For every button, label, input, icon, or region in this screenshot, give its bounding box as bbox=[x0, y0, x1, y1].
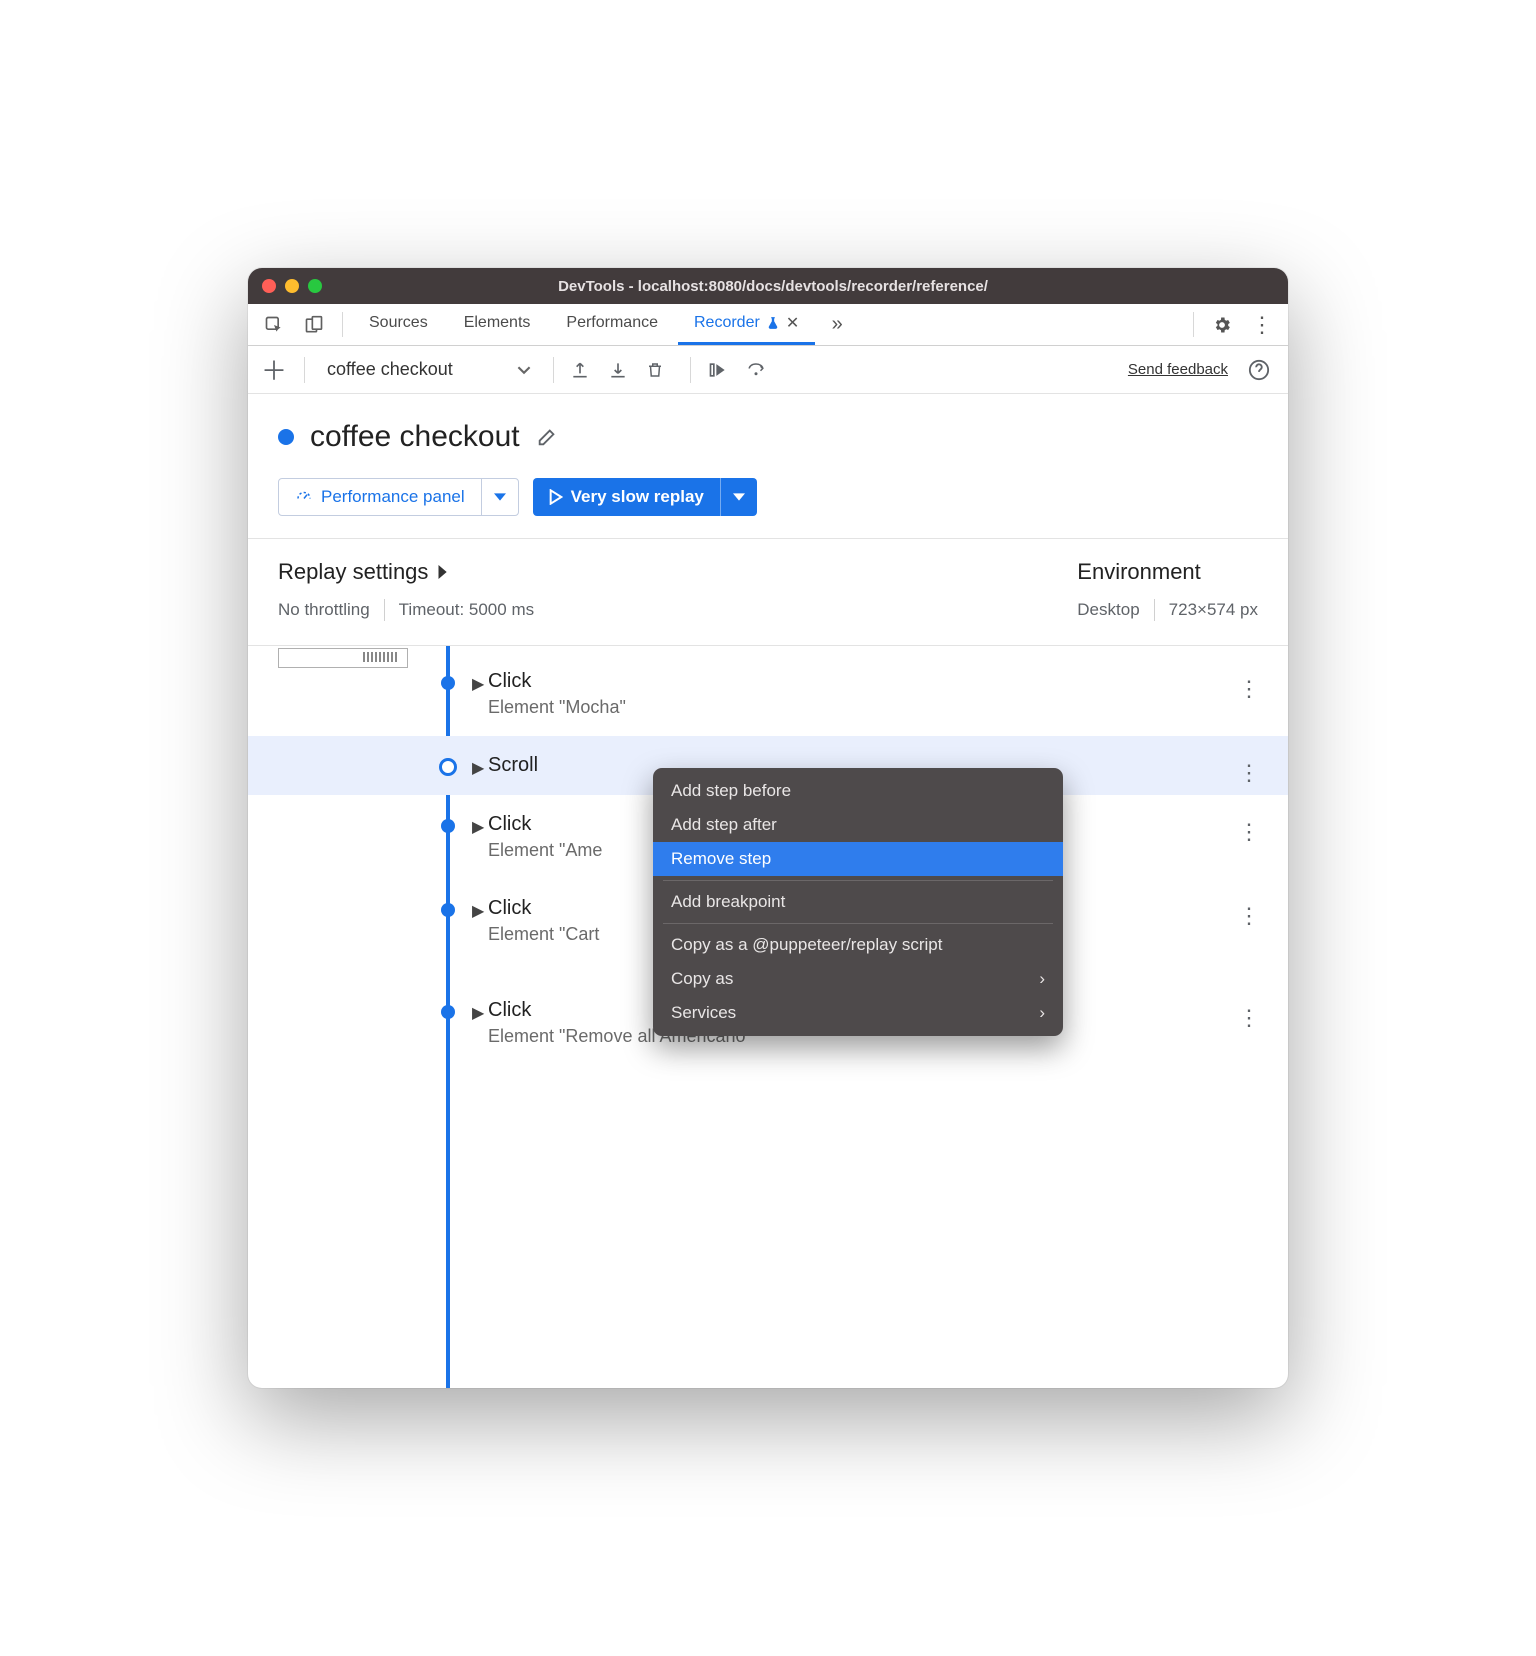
close-tab-icon[interactable]: ✕ bbox=[786, 313, 799, 333]
replay-settings-col: Replay settings No throttling Timeout: 5… bbox=[278, 559, 1077, 621]
replay-button[interactable]: Very slow replay bbox=[533, 478, 757, 516]
chevron-down-icon bbox=[517, 363, 531, 377]
menu-label: Copy as bbox=[671, 969, 733, 989]
step-action: Click bbox=[488, 670, 1258, 693]
step-over-icon[interactable] bbox=[707, 360, 735, 380]
expand-caret-icon[interactable]: ▶ bbox=[472, 1003, 484, 1023]
recording-header: coffee checkout Performance panel Very s… bbox=[248, 394, 1288, 539]
header-label: Environment bbox=[1077, 559, 1201, 585]
titlebar: DevTools - localhost:8080/docs/devtools/… bbox=[248, 268, 1288, 304]
menu-item-add-breakpoint[interactable]: Add breakpoint bbox=[653, 885, 1063, 919]
tab-sources[interactable]: Sources bbox=[353, 304, 444, 345]
button-label: Performance panel bbox=[321, 487, 465, 507]
step-row[interactable]: ▶ Click Element "Mocha" ⋮ bbox=[248, 652, 1288, 736]
environment-col: Environment Desktop 723×574 px bbox=[1077, 559, 1258, 621]
play-icon bbox=[549, 489, 563, 505]
close-window-button[interactable] bbox=[262, 279, 276, 293]
replay-dropdown-caret[interactable] bbox=[720, 478, 757, 516]
tab-recorder[interactable]: Recorder ✕ bbox=[678, 304, 815, 345]
step-menu-icon[interactable]: ⋮ bbox=[1238, 903, 1260, 929]
perf-dropdown-caret[interactable] bbox=[481, 479, 518, 515]
menu-label: Copy as a @puppeteer/replay script bbox=[671, 935, 942, 955]
import-icon[interactable] bbox=[608, 360, 636, 380]
action-buttons: Performance panel Very slow replay bbox=[278, 478, 1258, 516]
minimize-window-button[interactable] bbox=[285, 279, 299, 293]
performance-panel-button[interactable]: Performance panel bbox=[278, 478, 519, 516]
expand-caret-icon[interactable]: ▶ bbox=[472, 901, 484, 921]
help-icon[interactable] bbox=[1248, 359, 1276, 381]
device-value: Desktop bbox=[1077, 600, 1139, 620]
menu-item-add-after[interactable]: Add step after bbox=[653, 808, 1063, 842]
timeline-node-icon bbox=[441, 903, 455, 917]
step-menu-icon[interactable]: ⋮ bbox=[1238, 676, 1260, 702]
edit-title-icon[interactable] bbox=[536, 426, 558, 448]
submenu-caret-icon: › bbox=[1039, 1003, 1045, 1023]
kebab-menu-icon[interactable]: ⋮ bbox=[1244, 304, 1280, 345]
step-detail: Element "Mocha" bbox=[488, 697, 1258, 718]
step-menu-icon[interactable]: ⋮ bbox=[1238, 1005, 1260, 1031]
devtools-window: DevTools - localhost:8080/docs/devtools/… bbox=[248, 268, 1288, 1388]
tab-strip: Sources Elements Performance Recorder ✕ … bbox=[248, 304, 1288, 346]
recording-bullet-icon bbox=[278, 429, 294, 445]
experiment-icon bbox=[766, 315, 780, 331]
inspect-element-icon[interactable] bbox=[256, 304, 292, 345]
tab-elements[interactable]: Elements bbox=[448, 304, 547, 345]
dimensions-value: 723×574 px bbox=[1169, 600, 1258, 620]
recording-title: coffee checkout bbox=[310, 420, 520, 454]
expand-caret-icon[interactable]: ▶ bbox=[472, 674, 484, 694]
timeline-node-icon bbox=[441, 676, 455, 690]
recording-title-row: coffee checkout bbox=[278, 420, 1258, 454]
throttling-value: No throttling bbox=[278, 600, 370, 620]
maximize-window-button[interactable] bbox=[308, 279, 322, 293]
step-menu-icon[interactable]: ⋮ bbox=[1238, 760, 1260, 786]
export-icon[interactable] bbox=[570, 360, 598, 380]
gauge-icon bbox=[295, 488, 313, 506]
header-label: Replay settings bbox=[278, 559, 428, 585]
tab-performance[interactable]: Performance bbox=[550, 304, 674, 345]
expand-caret-icon[interactable]: ▶ bbox=[472, 817, 484, 837]
tab-label: Elements bbox=[464, 314, 531, 332]
step-icon[interactable] bbox=[745, 361, 773, 379]
tab-label: Recorder bbox=[694, 314, 760, 332]
context-menu: Add step before Add step after Remove st… bbox=[653, 768, 1063, 1036]
add-recording-icon[interactable]: ＋ bbox=[260, 351, 288, 388]
menu-label: Add step before bbox=[671, 781, 791, 801]
menu-item-copy-puppeteer[interactable]: Copy as a @puppeteer/replay script bbox=[653, 928, 1063, 962]
step-menu-icon[interactable]: ⋮ bbox=[1238, 819, 1260, 845]
send-feedback-link[interactable]: Send feedback bbox=[1128, 361, 1228, 378]
timeline-node-icon bbox=[441, 1005, 455, 1019]
timeout-value: Timeout: 5000 ms bbox=[399, 600, 534, 620]
delete-icon[interactable] bbox=[646, 360, 674, 380]
timeline-node-icon bbox=[441, 819, 455, 833]
menu-item-remove-step[interactable]: Remove step bbox=[653, 842, 1063, 876]
menu-label: Add step after bbox=[671, 815, 777, 835]
submenu-caret-icon: › bbox=[1039, 969, 1045, 989]
more-tabs-icon[interactable]: » bbox=[819, 304, 855, 345]
steps-panel: ▶ Click Element "Mocha" ⋮ ▶ Scroll ⋮ ▶ C… bbox=[248, 646, 1288, 1388]
timeline-node-icon bbox=[439, 758, 457, 776]
settings-gear-icon[interactable] bbox=[1204, 304, 1240, 345]
window-title: DevTools - localhost:8080/docs/devtools/… bbox=[322, 278, 1224, 295]
settings-row: Replay settings No throttling Timeout: 5… bbox=[248, 539, 1288, 646]
traffic-lights bbox=[262, 279, 322, 293]
caret-right-icon bbox=[436, 565, 448, 579]
menu-item-services[interactable]: Services › bbox=[653, 996, 1063, 1030]
button-label: Very slow replay bbox=[571, 487, 704, 507]
menu-label: Add breakpoint bbox=[671, 892, 785, 912]
menu-label: Remove step bbox=[671, 849, 771, 869]
replay-settings-header[interactable]: Replay settings bbox=[278, 559, 1077, 585]
menu-item-copy-as[interactable]: Copy as › bbox=[653, 962, 1063, 996]
expand-caret-icon[interactable]: ▶ bbox=[472, 758, 484, 778]
menu-label: Services bbox=[671, 1003, 736, 1023]
device-toolbar-icon[interactable] bbox=[296, 304, 332, 345]
recorder-toolbar: ＋ coffee checkout Send feedback bbox=[248, 346, 1288, 394]
recording-name-label: coffee checkout bbox=[327, 359, 453, 380]
tab-label: Sources bbox=[369, 314, 428, 332]
recording-selector[interactable]: coffee checkout bbox=[321, 359, 537, 380]
menu-item-add-before[interactable]: Add step before bbox=[653, 774, 1063, 808]
tab-label: Performance bbox=[566, 314, 658, 332]
